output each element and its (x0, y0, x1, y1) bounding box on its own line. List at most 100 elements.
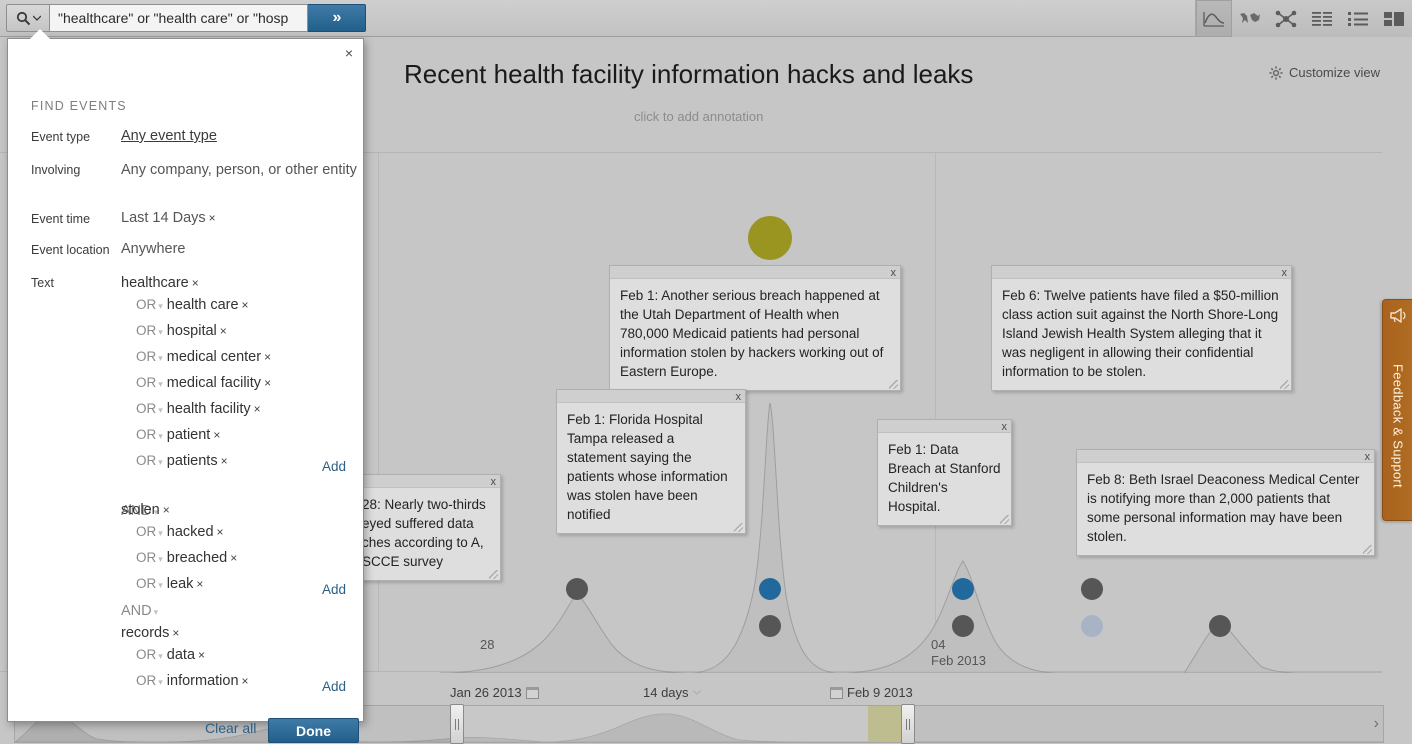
text-term[interactable]: OR ▾ medical center × (136, 349, 271, 365)
or-operator[interactable]: OR (136, 576, 156, 591)
search-mode-button[interactable] (6, 4, 50, 32)
remove-icon[interactable]: × (220, 324, 227, 338)
search-submit-button[interactable]: » (308, 4, 366, 32)
duration-control[interactable]: 14 days (643, 685, 701, 700)
timeline-chart-view-icon[interactable] (1196, 0, 1232, 37)
text-term[interactable]: OR ▾ patient × (136, 427, 220, 443)
chevron-down-icon[interactable]: ▾ (158, 353, 163, 363)
calendar-icon[interactable] (830, 686, 843, 699)
chevron-down-icon[interactable]: ▾ (158, 379, 163, 389)
list-view-icon[interactable] (1340, 0, 1376, 37)
or-operator[interactable]: OR (136, 524, 156, 539)
chevron-down-icon[interactable]: ▾ (158, 405, 163, 415)
close-icon[interactable]: × (345, 45, 353, 61)
remove-icon[interactable]: × (217, 525, 224, 539)
clear-all-button[interactable]: Clear all (205, 720, 256, 736)
or-operator[interactable]: OR (136, 453, 156, 468)
close-icon[interactable]: x (736, 388, 742, 407)
or-operator[interactable]: OR (136, 401, 156, 416)
remove-icon[interactable]: × (198, 648, 205, 662)
remove-icon[interactable]: × (264, 350, 271, 364)
chevron-down-icon[interactable]: ▾ (158, 580, 163, 590)
close-icon[interactable]: x (891, 264, 897, 283)
annotation-note[interactable]: x Feb 1: Data Breach at Stanford Childre… (877, 419, 1012, 526)
event-dot[interactable] (1209, 615, 1231, 637)
or-operator[interactable]: OR (136, 297, 156, 312)
scrubber-left-handle[interactable] (450, 704, 464, 744)
or-operator[interactable]: OR (136, 323, 156, 338)
annotation-note[interactable]: x Feb 6: Twelve patients have filed a $5… (991, 265, 1292, 391)
remove-icon[interactable]: × (213, 428, 220, 442)
range-end-control[interactable]: Feb 9 2013 (830, 685, 913, 700)
or-operator[interactable]: OR (136, 349, 156, 364)
text-term[interactable]: OR ▾ information × (136, 673, 249, 689)
feedback-support-tab[interactable]: Feedback & Support (1382, 299, 1412, 521)
remove-icon[interactable]: × (230, 551, 237, 565)
resize-grip-icon[interactable] (889, 380, 898, 389)
field-value-event-time[interactable]: Last 14 Days × (121, 210, 361, 226)
event-dot[interactable] (952, 615, 974, 637)
map-view-icon[interactable] (1232, 0, 1268, 37)
resize-grip-icon[interactable] (1000, 515, 1009, 524)
text-term[interactable]: OR ▾ breached × (136, 550, 237, 566)
annotation-note[interactable]: x 28: Nearly two-thirds eyed suffered da… (361, 474, 501, 581)
event-dot[interactable] (566, 578, 588, 600)
scrubber-next-button[interactable]: › (1374, 715, 1379, 733)
done-button[interactable]: Done (268, 718, 359, 743)
chevron-down-icon[interactable]: ▾ (158, 651, 163, 661)
event-dot[interactable] (759, 578, 781, 600)
remove-icon[interactable]: × (196, 577, 203, 591)
text-term[interactable]: OR ▾ hacked × (136, 524, 224, 540)
text-term[interactable]: OR ▾ leak × (136, 576, 203, 592)
annotation-note[interactable]: x Feb 1: Another serious breach happened… (609, 265, 901, 391)
text-term[interactable]: healthcare × (121, 275, 199, 291)
event-dot-highlight[interactable] (748, 216, 792, 260)
field-value-event-location[interactable]: Anywhere (121, 241, 361, 257)
add-annotation-hint[interactable]: click to add annotation (634, 109, 763, 124)
text-term[interactable]: OR ▾ health facility × (136, 401, 261, 417)
close-icon[interactable]: x (1365, 448, 1371, 467)
remove-icon[interactable]: × (242, 674, 249, 688)
remove-icon[interactable]: × (221, 454, 228, 468)
resize-grip-icon[interactable] (1280, 380, 1289, 389)
customize-view-button[interactable]: Customize view (1269, 65, 1380, 80)
event-dot[interactable] (1081, 615, 1103, 637)
search-input[interactable] (50, 4, 308, 32)
chevron-down-icon[interactable]: ▾ (154, 607, 159, 617)
scrubber-right-handle[interactable] (901, 704, 915, 744)
resize-grip-icon[interactable] (489, 570, 498, 579)
chevron-down-icon[interactable]: ▾ (158, 554, 163, 564)
close-icon[interactable]: x (491, 473, 497, 492)
event-dot[interactable] (1081, 578, 1103, 600)
or-operator[interactable]: OR (136, 647, 156, 662)
calendar-icon[interactable] (525, 686, 539, 699)
chevron-down-icon[interactable]: ▾ (158, 327, 163, 337)
add-term-button[interactable]: Add (322, 679, 346, 694)
text-term[interactable]: OR ▾ medical facility × (136, 375, 271, 391)
close-icon[interactable]: x (1002, 418, 1008, 437)
annotation-note[interactable]: x Feb 1: Florida Hospital Tampa released… (556, 389, 746, 534)
text-term[interactable]: OR ▾ data × (136, 647, 205, 663)
or-operator[interactable]: OR (136, 427, 156, 442)
event-dot[interactable] (952, 578, 974, 600)
field-value-involving[interactable]: Any company, person, or other entity (121, 161, 361, 179)
chevron-down-icon[interactable]: ▾ (158, 431, 163, 441)
chevron-down-icon[interactable]: ▾ (158, 457, 163, 467)
remove-icon[interactable]: × (163, 503, 170, 517)
chevron-down-icon[interactable]: ▾ (158, 677, 163, 687)
or-operator[interactable]: OR (136, 673, 156, 688)
field-value-event-type[interactable]: Any event type (121, 128, 361, 144)
columns-view-icon[interactable] (1304, 0, 1340, 37)
resize-grip-icon[interactable] (1363, 545, 1372, 554)
scrubber-selected-range[interactable] (456, 706, 907, 742)
close-icon[interactable]: x (1282, 264, 1288, 283)
remove-icon[interactable]: × (242, 298, 249, 312)
or-operator[interactable]: OR (136, 375, 156, 390)
annotation-note[interactable]: x Feb 8: Beth Israel Deaconess Medical C… (1076, 449, 1375, 556)
text-term[interactable]: OR ▾ hospital × (136, 323, 227, 339)
add-term-button[interactable]: Add (322, 582, 346, 597)
chevron-down-icon[interactable]: ▾ (158, 301, 163, 311)
text-term[interactable]: stolen × (121, 502, 170, 518)
remove-icon[interactable]: × (172, 626, 179, 640)
remove-icon[interactable]: × (192, 276, 199, 290)
